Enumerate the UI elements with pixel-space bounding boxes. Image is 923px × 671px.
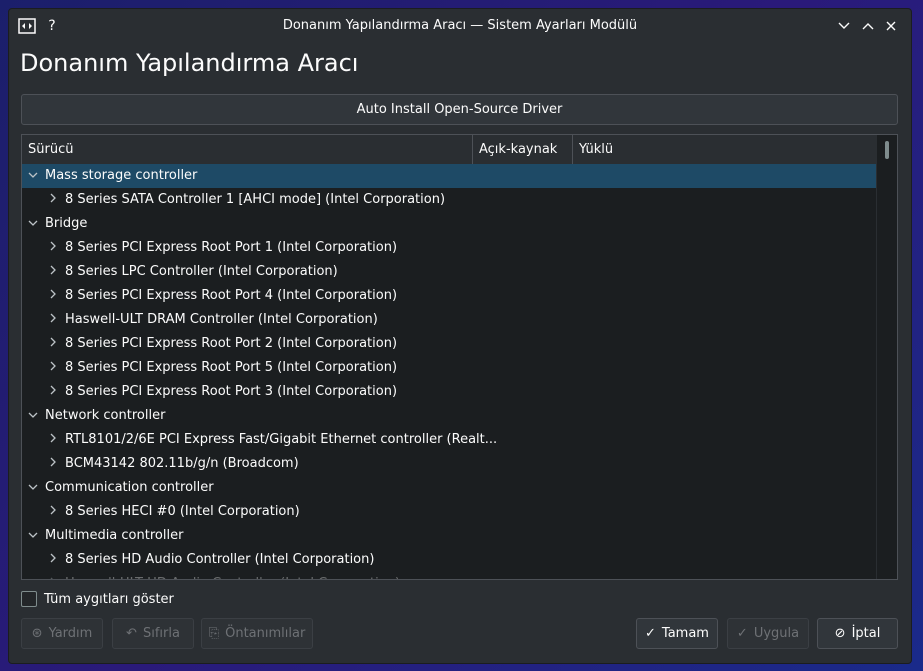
cancel-button-label: İptal	[851, 626, 881, 641]
tree-device-row[interactable]: 8 Series PCI Express Root Port 1 (Intel …	[22, 236, 877, 260]
driver-tree: Sürücü Açık-kaynak Yüklü Mass storage co…	[21, 134, 898, 580]
page-title: Donanım Yapılandırma Aracı	[20, 49, 359, 77]
tree-row-label: Network controller	[45, 408, 166, 423]
tree-row-label: Haswell-ULT DRAM Controller (Intel Corpo…	[65, 312, 378, 327]
minimize-chevron-down-icon[interactable]	[835, 17, 853, 35]
chevron-down-icon[interactable]	[26, 524, 40, 548]
tree-row-label: 8 Series HECI #0 (Intel Corporation)	[65, 504, 300, 519]
tree-row-label: Multimedia controller	[45, 528, 184, 543]
tree-device-row[interactable]: 8 Series PCI Express Root Port 2 (Intel …	[22, 332, 877, 356]
maximize-chevron-up-icon[interactable]	[859, 17, 877, 35]
tree-device-row[interactable]: Haswell-ULT HD Audio Controller (Intel C…	[22, 572, 877, 579]
chevron-right-icon[interactable]	[46, 260, 60, 284]
chevron-right-icon[interactable]	[46, 308, 60, 332]
tree-device-row[interactable]: RTL8101/2/6E PCI Express Fast/Gigabit Et…	[22, 428, 877, 452]
chevron-right-icon[interactable]	[46, 428, 60, 452]
column-header-driver[interactable]: Sürücü	[22, 135, 472, 164]
tree-row-label: 8 Series LPC Controller (Intel Corporati…	[65, 264, 338, 279]
chevron-right-icon[interactable]	[46, 572, 60, 579]
scrollbar-thumb[interactable]	[885, 141, 889, 159]
chevron-down-icon[interactable]	[26, 404, 40, 428]
chevron-right-icon[interactable]	[46, 548, 60, 572]
tree-device-row[interactable]: 8 Series LPC Controller (Intel Corporati…	[22, 260, 877, 284]
tree-device-row[interactable]: 8 Series HECI #0 (Intel Corporation)	[22, 500, 877, 524]
help-button-label: Yardım	[48, 626, 93, 641]
tree-category-row[interactable]: Communication controller	[22, 476, 877, 500]
lifebuoy-icon: ⊛	[31, 626, 43, 641]
ok-button-label: Tamam	[661, 626, 709, 641]
column-header-open-source[interactable]: Açık-kaynak	[472, 135, 572, 164]
window-title: Donanım Yapılandırma Aracı — Sistem Ayar…	[282, 18, 638, 33]
tree-row-label: Communication controller	[45, 480, 214, 495]
tree-row-label: 8 Series SATA Controller 1 [AHCI mode] (…	[65, 192, 446, 207]
check-icon: ✓	[736, 626, 748, 641]
show-all-devices-label: Tüm aygıtları göster	[44, 591, 174, 607]
apply-button-label: Uygula	[753, 626, 800, 641]
tree-row-label: RTL8101/2/6E PCI Express Fast/Gigabit Et…	[65, 432, 498, 447]
tree-row-label: 8 Series PCI Express Root Port 3 (Intel …	[65, 384, 398, 399]
tree-row-label: 8 Series PCI Express Root Port 5 (Intel …	[65, 360, 398, 375]
chevron-right-icon[interactable]	[46, 356, 60, 380]
chevron-down-icon[interactable]	[26, 212, 40, 236]
close-icon[interactable]	[882, 17, 900, 35]
tree-device-row[interactable]: 8 Series PCI Express Root Port 4 (Intel …	[22, 284, 877, 308]
chevron-right-icon[interactable]	[46, 452, 60, 476]
chevron-right-icon[interactable]	[46, 332, 60, 356]
tree-category-row[interactable]: Mass storage controller	[22, 164, 877, 188]
reset-button-label: Sıfırla	[142, 626, 180, 641]
tree-row-label: BCM43142 802.11b/g/n (Broadcom)	[65, 456, 299, 471]
document-revert-icon: ⎘	[208, 626, 220, 641]
dialog-window: ? Donanım Yapılandırma Aracı — Sistem Ay…	[8, 8, 912, 664]
help-button[interactable]: ⊛ Yardım	[21, 618, 103, 649]
tree-row-label: Bridge	[45, 216, 88, 231]
chevron-down-icon[interactable]	[26, 164, 40, 188]
tree-device-row[interactable]: 8 Series SATA Controller 1 [AHCI mode] (…	[22, 188, 877, 212]
tree-device-row[interactable]: 8 Series HD Audio Controller (Intel Corp…	[22, 548, 877, 572]
cancel-circle-icon: ⊘	[834, 626, 846, 641]
defaults-button[interactable]: ⎘ Öntanımlılar	[201, 618, 313, 649]
titlebar: ? Donanım Yapılandırma Aracı — Sistem Ay…	[9, 9, 911, 43]
show-all-devices-checkbox[interactable]	[21, 591, 37, 607]
chevron-right-icon[interactable]	[46, 236, 60, 260]
tree-row-label: 8 Series PCI Express Root Port 4 (Intel …	[65, 288, 398, 303]
tree-category-row[interactable]: Multimedia controller	[22, 524, 877, 548]
tree-category-row[interactable]: Bridge	[22, 212, 877, 236]
chevron-right-icon[interactable]	[46, 380, 60, 404]
reset-button[interactable]: ↶ Sıfırla	[112, 618, 194, 649]
tree-device-row[interactable]: BCM43142 802.11b/g/n (Broadcom)	[22, 452, 877, 476]
chevron-right-icon[interactable]	[46, 284, 60, 308]
tree-device-row[interactable]: Haswell-ULT DRAM Controller (Intel Corpo…	[22, 308, 877, 332]
tree-device-row[interactable]: 8 Series PCI Express Root Port 3 (Intel …	[22, 380, 877, 404]
chevron-right-icon[interactable]	[46, 500, 60, 524]
tree-row-label: 8 Series HD Audio Controller (Intel Corp…	[65, 552, 375, 567]
tree-header: Sürücü Açık-kaynak Yüklü	[22, 135, 877, 165]
apply-button[interactable]: ✓ Uygula	[727, 618, 809, 649]
tree-device-row[interactable]: 8 Series PCI Express Root Port 5 (Intel …	[22, 356, 877, 380]
column-header-installed[interactable]: Yüklü	[572, 135, 879, 164]
check-icon: ✓	[645, 626, 656, 641]
chevron-down-icon[interactable]	[26, 476, 40, 500]
vertical-scrollbar[interactable]	[876, 135, 897, 579]
tree-row-label: 8 Series PCI Express Root Port 1 (Intel …	[65, 240, 398, 255]
ok-button[interactable]: ✓ Tamam	[636, 618, 718, 649]
cancel-button[interactable]: ⊘ İptal	[817, 618, 898, 649]
undo-icon: ↶	[126, 626, 137, 641]
chevron-right-icon[interactable]	[46, 188, 60, 212]
tree-row-label: Mass storage controller	[45, 168, 198, 183]
tree-category-row[interactable]: Network controller	[22, 404, 877, 428]
auto-install-button[interactable]: Auto Install Open-Source Driver	[21, 94, 898, 125]
defaults-button-label: Öntanımlılar	[225, 626, 306, 641]
tree-row-label: Haswell-ULT HD Audio Controller (Intel C…	[65, 572, 400, 579]
tree-row-label: 8 Series PCI Express Root Port 2 (Intel …	[65, 336, 398, 351]
tree-rows: Mass storage controller 8 Series SATA Con…	[22, 164, 877, 579]
show-all-devices-checkbox-row[interactable]: Tüm aygıtları göster	[21, 591, 174, 607]
